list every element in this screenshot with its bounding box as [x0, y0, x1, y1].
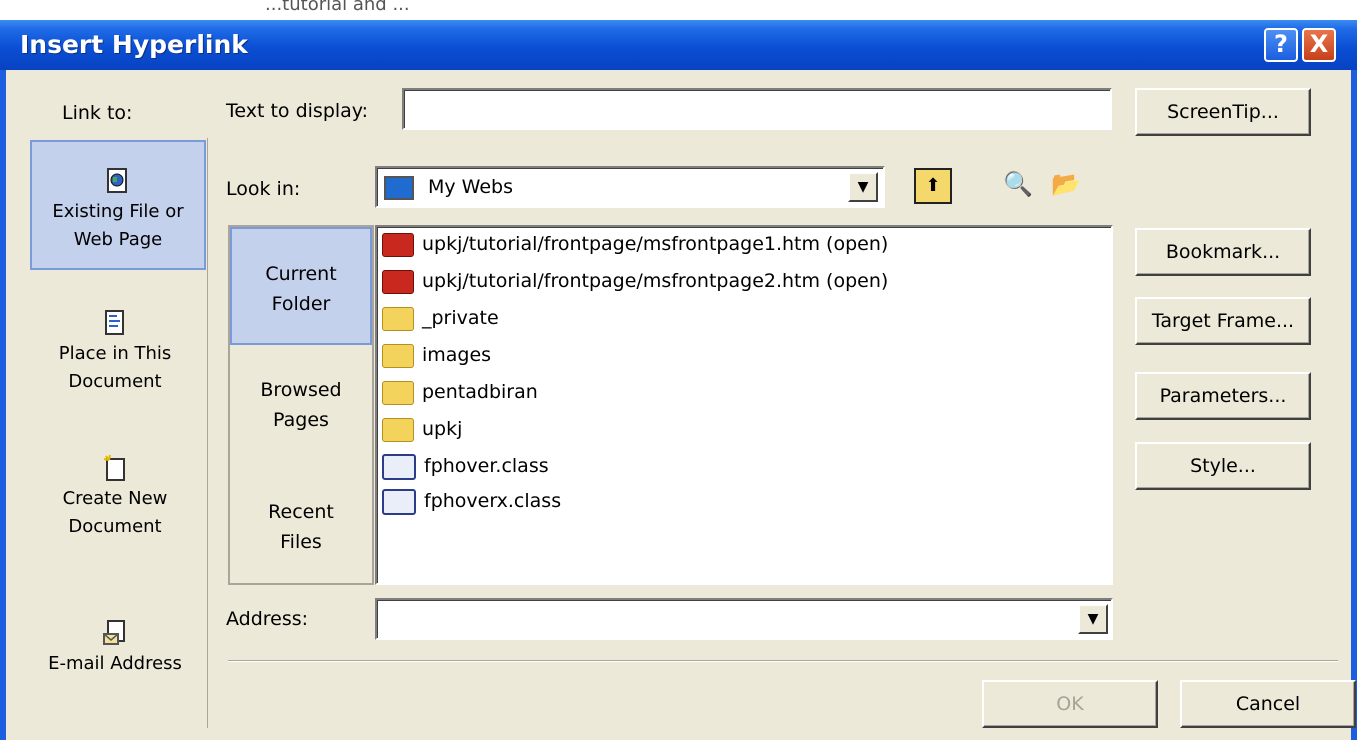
file-name: fphover.class [424, 455, 549, 477]
htm-icon [382, 269, 414, 294]
ok-button[interactable]: OK [982, 680, 1158, 728]
file-name: _private [422, 307, 499, 329]
bookmark-button[interactable]: Bookmark... [1135, 228, 1311, 276]
up-one-folder-button[interactable]: ⬆ [914, 168, 952, 204]
link-create-label-2: Document [68, 516, 162, 537]
file-list-item[interactable]: upkj/tutorial/frontpage/msfrontpage2.htm… [382, 264, 888, 298]
window-frame-left [0, 70, 6, 740]
open-folder-icon: 📂 [1051, 170, 1081, 198]
browse-web-icon: 🔍 [1003, 170, 1033, 198]
current-folder-label-1: Current [265, 263, 337, 285]
background-window-text: ...tutorial and ... [265, 0, 410, 15]
recent-files-label-2: Files [280, 531, 322, 553]
folder-icon [382, 380, 414, 405]
current-folder-label-2: Folder [271, 293, 331, 315]
recent-files-label-1: Recent [268, 501, 334, 523]
browsed-pages-tab[interactable]: Browsed Pages [230, 375, 372, 435]
browsed-pages-label-1: Browsed [260, 379, 342, 401]
file-name: upkj/tutorial/frontpage/msfrontpage1.htm… [422, 233, 889, 255]
dialog-title: Insert Hyperlink [20, 30, 248, 59]
new-document-icon [103, 455, 125, 481]
link-create-label-1: Create New [62, 488, 168, 509]
screentip-button[interactable]: ScreenTip... [1135, 88, 1311, 136]
class-file-icon [382, 453, 416, 480]
link-place-label-2: Document [68, 371, 162, 392]
browse-file-button[interactable]: 📂 [1046, 166, 1086, 204]
folder-icon [382, 343, 414, 368]
browse-web-button[interactable]: 🔍 [998, 166, 1038, 204]
window-frame-right [1351, 70, 1357, 740]
my-webs-icon [384, 176, 414, 200]
file-name: upkj [422, 418, 463, 440]
file-name: fphoverx.class [424, 490, 562, 512]
text-to-display-input[interactable] [402, 88, 1112, 130]
parameters-button[interactable]: Parameters... [1135, 372, 1311, 420]
file-list-item[interactable]: upkj [382, 412, 462, 446]
file-name: pentadbiran [422, 381, 538, 403]
recent-files-tab[interactable]: Recent Files [230, 497, 372, 557]
style-button[interactable]: Style... [1135, 442, 1311, 490]
class-file-icon [382, 488, 416, 515]
up-folder-icon: ⬆ [925, 175, 941, 196]
look-in-label: Look in: [226, 178, 301, 200]
background-window-strip: ...tutorial and ... [0, 0, 1357, 20]
separator [228, 660, 1338, 662]
cancel-button[interactable]: Cancel [1180, 680, 1356, 728]
link-place-in-document-item[interactable]: Place in This Document [22, 310, 208, 396]
file-list-item[interactable]: fphoverx.class [382, 484, 561, 518]
link-existing-file-label-2: Web Page [73, 229, 163, 250]
link-existing-file-item[interactable]: Existing File or Web Page [30, 140, 206, 270]
file-list-item[interactable]: _private [382, 301, 499, 335]
look-in-dropdown-arrow[interactable]: ▼ [848, 172, 878, 202]
file-list-item[interactable]: fphover.class [382, 449, 549, 483]
address-input[interactable] [375, 598, 1113, 640]
file-list-item[interactable]: upkj/tutorial/frontpage/msfrontpage1.htm… [382, 227, 888, 261]
link-place-label-1: Place in This [58, 343, 172, 364]
link-to-label: Link to: [62, 102, 133, 124]
close-button[interactable]: X [1302, 28, 1336, 62]
email-icon [103, 620, 125, 645]
target-frame-button[interactable]: Target Frame... [1135, 297, 1311, 345]
htm-icon [382, 232, 414, 257]
file-name: upkj/tutorial/frontpage/msfrontpage2.htm… [422, 270, 889, 292]
link-existing-file-label-1: Existing File or [52, 201, 184, 222]
web-file-icon [107, 168, 127, 193]
browsed-pages-label-2: Pages [273, 409, 329, 431]
file-name: images [422, 344, 492, 366]
current-folder-tab[interactable]: Current Folder [230, 227, 372, 345]
file-list-item[interactable]: images [382, 338, 491, 372]
folder-icon [382, 306, 414, 331]
text-to-display-label: Text to display: [226, 100, 369, 122]
link-create-new-document-item[interactable]: Create New Document [22, 455, 208, 541]
address-label: Address: [226, 608, 309, 630]
file-list-item[interactable]: pentadbiran [382, 375, 538, 409]
folder-icon [382, 417, 414, 442]
link-email-label: E-mail Address [48, 653, 182, 674]
help-button[interactable]: ? [1264, 28, 1298, 62]
look-in-value: My Webs [428, 176, 513, 198]
link-email-address-item[interactable]: E-mail Address [22, 620, 208, 678]
document-place-icon [105, 310, 124, 335]
address-dropdown-arrow[interactable]: ▼ [1078, 604, 1108, 634]
